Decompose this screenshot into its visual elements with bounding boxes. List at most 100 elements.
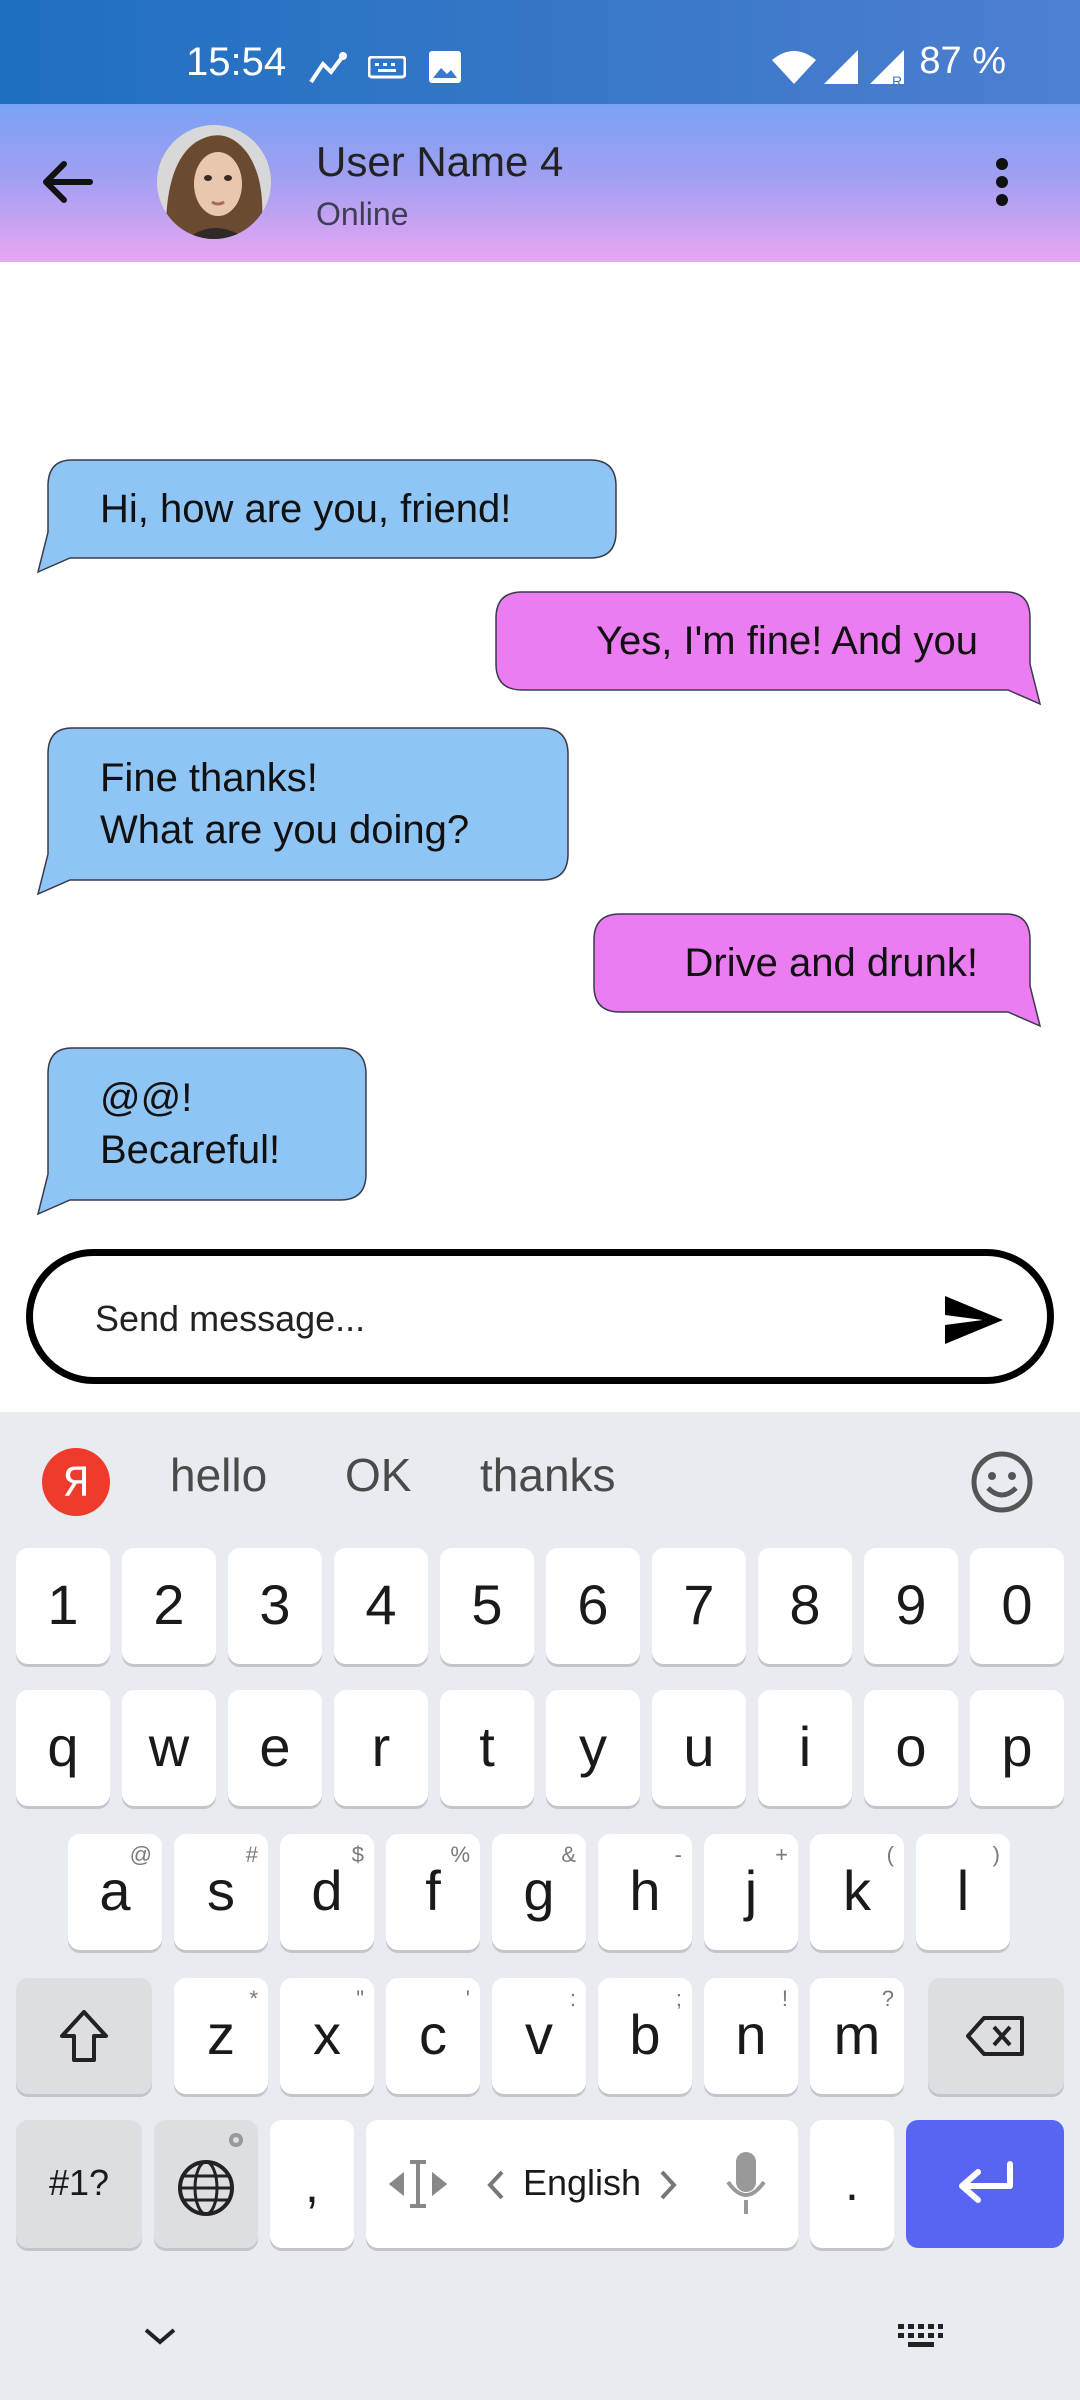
emoji-icon[interactable] bbox=[970, 1450, 1034, 1514]
key-9[interactable]: 9 bbox=[864, 1548, 958, 1664]
backspace-icon bbox=[966, 2016, 1024, 2056]
chat-header: User Name 4 Online bbox=[0, 104, 1080, 262]
key-v[interactable]: v: bbox=[492, 1978, 586, 2094]
key-hint: ( bbox=[886, 1842, 894, 1867]
key-u[interactable]: u bbox=[652, 1690, 746, 1806]
language-key[interactable] bbox=[154, 2120, 258, 2248]
incoming-message-bubble[interactable]: @@! Becareful! bbox=[36, 1047, 367, 1216]
key-c[interactable]: c ' bbox=[386, 1978, 480, 2094]
keyboard-notification-icon bbox=[368, 56, 406, 79]
message-list: Hi, how are you, friend! Yes, I'm fine! A… bbox=[0, 262, 1080, 1242]
key-0[interactable]: 0 bbox=[970, 1548, 1064, 1664]
outgoing-message-bubble[interactable]: Drive and drunk! bbox=[593, 913, 1042, 1028]
suggestion-hello[interactable]: hello bbox=[170, 1448, 267, 1502]
data-saver-icon bbox=[309, 52, 347, 84]
message-text: Hi, how are you, friend! bbox=[100, 487, 512, 531]
enter-key[interactable] bbox=[906, 2120, 1064, 2248]
key-p[interactable]: p bbox=[970, 1690, 1064, 1806]
hide-keyboard-chevron-icon[interactable] bbox=[140, 2324, 180, 2348]
key-s[interactable]: s # bbox=[174, 1834, 268, 1950]
key-l[interactable]: l) bbox=[916, 1834, 1010, 1950]
backspace-key[interactable] bbox=[928, 1978, 1064, 2094]
message-input[interactable]: Send message... bbox=[26, 1249, 1054, 1384]
key-g[interactable]: g & bbox=[492, 1834, 586, 1950]
space-key[interactable]: English bbox=[366, 2120, 798, 2248]
svg-text:Я: Я bbox=[62, 1460, 90, 1506]
key-a[interactable]: a @ bbox=[68, 1834, 162, 1950]
message-text: Fine thanks! What are you doing? bbox=[100, 756, 470, 852]
yandex-logo-icon[interactable]: Я bbox=[42, 1448, 110, 1516]
key-z[interactable]: z * bbox=[174, 1978, 268, 2094]
microphone-icon[interactable] bbox=[724, 2150, 768, 2218]
soft-keyboard: Я hello OK thanks 1 2 3 4 5 6 7 8 9 0 q w e r t y u i o p a @… bbox=[0, 1412, 1080, 2400]
message-text: @@! Becareful! bbox=[100, 1076, 281, 1172]
suggestion-ok[interactable]: OK bbox=[345, 1448, 411, 1502]
period-key[interactable]: . bbox=[810, 2120, 894, 2248]
key-hint: ' bbox=[465, 1986, 470, 2011]
contact-status: Online bbox=[316, 196, 409, 232]
key-d[interactable]: d $ bbox=[280, 1834, 374, 1950]
shift-arrow-icon bbox=[60, 2010, 108, 2062]
key-w[interactable]: w bbox=[122, 1690, 216, 1806]
key-4[interactable]: 4 bbox=[334, 1548, 428, 1664]
comma-key[interactable]: , bbox=[270, 2120, 354, 2248]
message-input-placeholder: Send message... bbox=[95, 1298, 366, 1339]
key-k[interactable]: k( bbox=[810, 1834, 904, 1950]
key-q[interactable]: q bbox=[16, 1690, 110, 1806]
suggestion-thanks[interactable]: thanks bbox=[480, 1448, 616, 1502]
key-o[interactable]: o bbox=[864, 1690, 958, 1806]
key-3[interactable]: 3 bbox=[228, 1548, 322, 1664]
enter-icon bbox=[959, 2161, 1013, 2203]
key-hint: # bbox=[245, 1842, 258, 1867]
battery-percentage: 87 % bbox=[919, 40, 1006, 82]
key-e[interactable]: e bbox=[228, 1690, 322, 1806]
svg-text:R: R bbox=[892, 73, 902, 88]
key-hint: * bbox=[249, 1986, 258, 2011]
key-hint: ! bbox=[781, 1986, 788, 2011]
key-b[interactable]: b; bbox=[598, 1978, 692, 2094]
key-m[interactable]: m? bbox=[810, 1978, 904, 2094]
key-7[interactable]: 7 bbox=[652, 1548, 746, 1664]
symbols-key[interactable]: #1? bbox=[16, 2120, 142, 2248]
key-x[interactable]: x " bbox=[280, 1978, 374, 2094]
key-y[interactable]: y bbox=[546, 1690, 640, 1806]
avatar[interactable] bbox=[156, 124, 272, 240]
image-notification-icon bbox=[429, 51, 461, 83]
contact-name: User Name 4 bbox=[316, 138, 564, 185]
key-hint: ? bbox=[881, 1986, 894, 2011]
key-8[interactable]: 8 bbox=[758, 1548, 852, 1664]
wifi-icon bbox=[772, 51, 816, 84]
key-f[interactable]: f% bbox=[386, 1834, 480, 1950]
key-r[interactable]: r bbox=[334, 1690, 428, 1806]
back-arrow-icon[interactable] bbox=[40, 156, 98, 208]
key-hint: $ bbox=[351, 1842, 364, 1867]
settings-gear-icon bbox=[229, 2133, 243, 2147]
send-icon[interactable] bbox=[943, 1294, 1005, 1346]
keyboard-switch-icon[interactable] bbox=[896, 2322, 944, 2352]
key-h[interactable]: h- bbox=[598, 1834, 692, 1950]
key-5[interactable]: 5 bbox=[440, 1548, 534, 1664]
key-hint: ) bbox=[992, 1842, 1000, 1867]
outgoing-message-bubble[interactable]: Yes, I'm fine! And you bbox=[495, 591, 1042, 706]
incoming-message-bubble[interactable]: Fine thanks! What are you doing? bbox=[36, 727, 569, 896]
key-hint: - bbox=[674, 1842, 682, 1867]
key-2[interactable]: 2 bbox=[122, 1548, 216, 1664]
signal-icon bbox=[824, 50, 858, 84]
key-1[interactable]: 1 bbox=[16, 1548, 110, 1664]
status-time: 15:54 bbox=[186, 40, 287, 84]
key-j[interactable]: j + bbox=[704, 1834, 798, 1950]
key-6[interactable]: 6 bbox=[546, 1548, 640, 1664]
key-n[interactable]: n! bbox=[704, 1978, 798, 2094]
incoming-message-bubble[interactable]: Hi, how are you, friend! bbox=[36, 459, 617, 574]
key-i[interactable]: i bbox=[758, 1690, 852, 1806]
key-hint: ; bbox=[675, 1986, 682, 2011]
message-text: Drive and drunk! bbox=[684, 941, 978, 985]
key-hint: + bbox=[775, 1842, 788, 1867]
chevron-right-icon bbox=[660, 2170, 677, 2200]
more-options-icon[interactable] bbox=[990, 156, 1014, 208]
key-hint: " bbox=[356, 1986, 364, 2011]
globe-icon bbox=[178, 2160, 234, 2216]
shift-key[interactable] bbox=[16, 1978, 152, 2094]
key-t[interactable]: t bbox=[440, 1690, 534, 1806]
key-hint: @ bbox=[129, 1842, 152, 1867]
